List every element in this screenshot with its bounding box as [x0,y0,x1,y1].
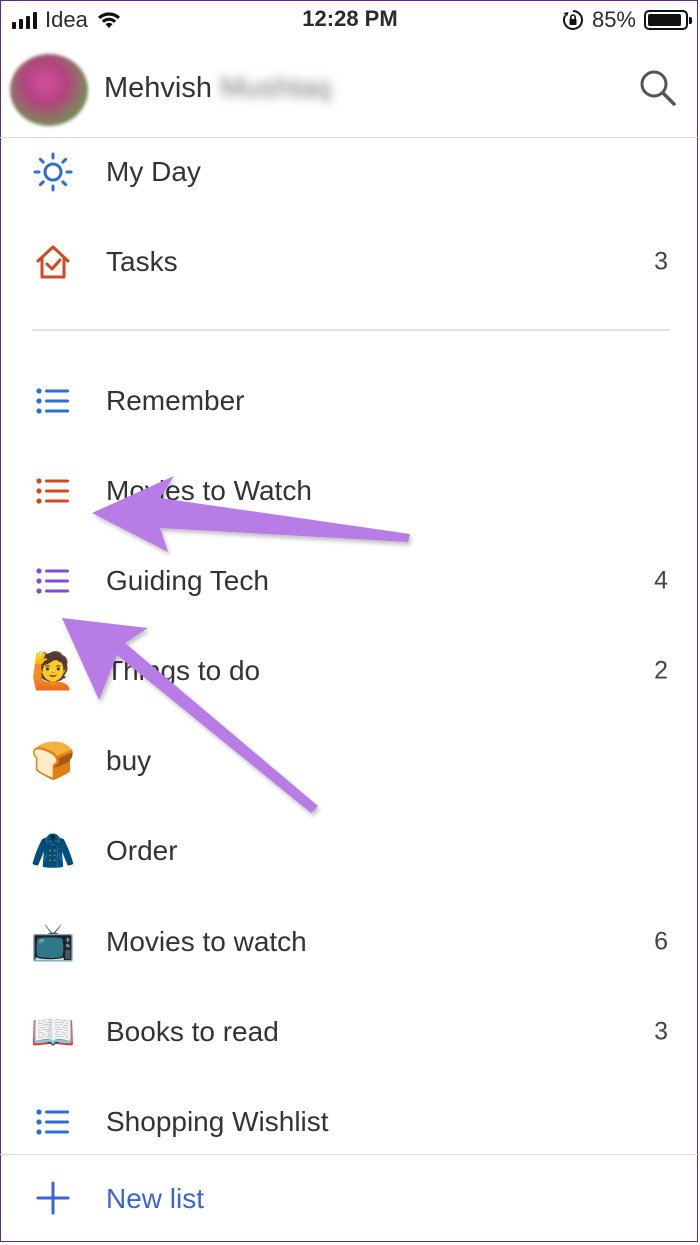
list-item-label: Movies to watch [106,926,307,957]
rotation-lock-icon [562,10,583,30]
status-bar: Idea 12:28 PM 85% [0,0,700,40]
task-count: 3 [654,247,668,276]
raising-hand-emoji-icon: 🙋 [30,650,76,691]
avatar[interactable] [10,54,88,126]
list-icon [30,378,76,424]
new-list-button[interactable]: New list [106,1183,204,1215]
user-last-name-blurred: Mushtaq [220,72,332,104]
coat-emoji-icon: 🧥 [30,830,76,871]
plus-icon[interactable] [36,1181,70,1215]
open-book-emoji-icon: 📖 [30,1011,76,1052]
list-item-label: My Day [106,156,201,187]
list-item-label: Remember [106,385,245,416]
search-icon[interactable] [638,68,678,108]
status-right: 85% [562,7,692,33]
battery-icon [644,10,692,30]
section-divider [32,329,670,331]
list-item-label: Tasks [106,246,178,277]
list-item-books-to-read[interactable]: 📖 Books to read 3 [0,987,700,1077]
list-icon [30,558,76,604]
bread-emoji-icon: 🍞 [30,740,76,781]
list-item-label: Movies to Watch [106,475,312,506]
new-list-bar[interactable]: New list [0,1154,700,1245]
list-item-label: Guiding Tech [106,565,269,596]
task-count: 2 [654,656,668,685]
battery-percent: 85% [591,7,636,32]
user-name: Mehvish Mushtaq [104,72,331,105]
list-icon [30,468,76,514]
task-count: 4 [654,566,668,595]
list-item-movies-to-watch-2[interactable]: 📺 Movies to watch 6 [0,897,700,987]
list-item-guiding-tech[interactable]: Guiding Tech 4 [0,536,700,626]
list-item-label: buy [106,745,152,776]
user-first-name: Mehvish [104,72,212,104]
list-icon [30,1099,76,1145]
list-item-label: Order [106,835,178,866]
list-item-buy[interactable]: 🍞 buy [0,716,700,806]
list-item-label: Things to do [106,655,261,686]
list-item-things-to-do[interactable]: 🙋 Things to do 2 [0,626,700,716]
list-item-my-day[interactable]: My Day [0,127,700,217]
list-item-tasks[interactable]: Tasks 3 [0,217,700,307]
television-emoji-icon: 📺 [30,921,76,962]
task-count: 3 [654,1017,668,1046]
list-item-order[interactable]: 🧥 Order [0,806,700,896]
list-item-movies-to-watch[interactable]: Movies to Watch [0,446,700,536]
list-item-label: Books to read [106,1016,279,1047]
account-header[interactable]: Mehvish Mushtaq [0,40,700,138]
sun-icon [30,149,76,195]
list-item-label: Shopping Wishlist [106,1106,329,1137]
task-count: 6 [654,927,668,956]
house-check-icon [30,239,76,285]
list-item-remember[interactable]: Remember [0,356,700,446]
